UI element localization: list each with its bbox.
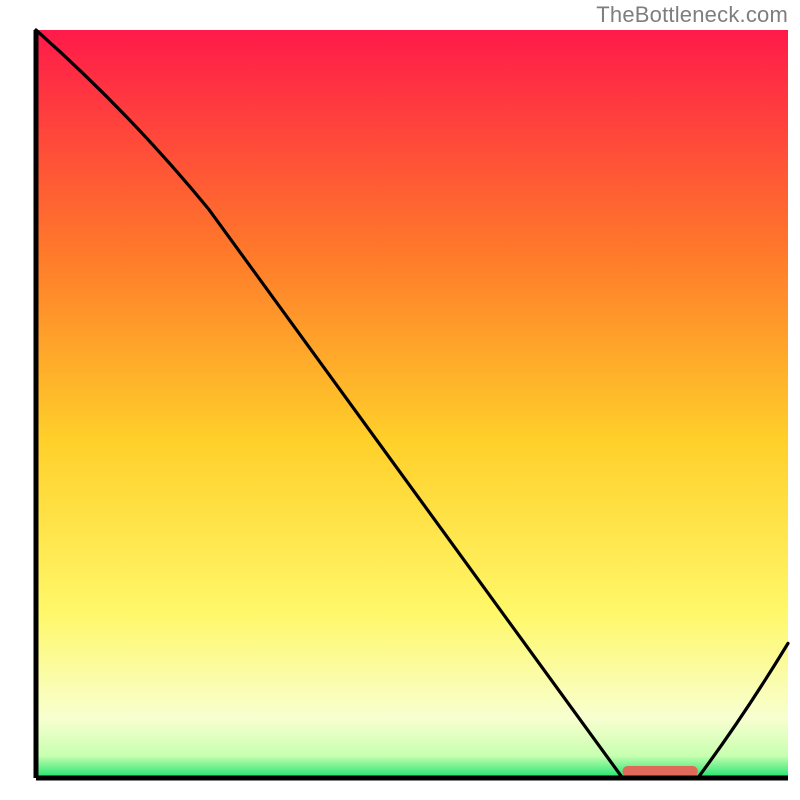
optimal-range-marker (623, 766, 698, 777)
bottleneck-chart (0, 0, 800, 800)
attribution-text: TheBottleneck.com (596, 2, 788, 28)
